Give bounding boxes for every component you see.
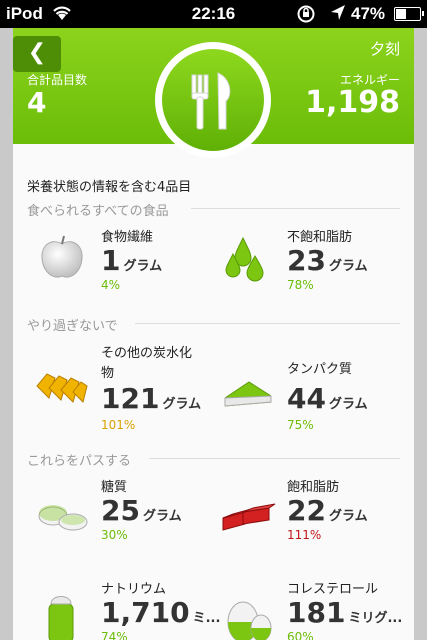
nutrient-saturated-fat[interactable]: 飽和脂肪 22 グラム 111%: [221, 476, 411, 546]
apple-icon: [41, 235, 83, 278]
battery-percent: 47%: [351, 4, 386, 23]
left-edge: [0, 28, 13, 640]
nutrient-value: 1,710: [101, 596, 190, 629]
meal-card: 朝 ❮ 夕刻 合計品目数 4 エネルギー 1,198 栄養状態の情報を含む4品目…: [13, 28, 414, 640]
nutrient-unit: グラム: [328, 397, 368, 412]
nutrient-cholesterol[interactable]: コレステロール 181 ミリグ... 60%: [221, 578, 411, 640]
drops-icon: [225, 236, 264, 282]
nutrient-label: タンパク質: [287, 362, 353, 377]
nutrient-label: 不飽和脂肪: [287, 230, 353, 245]
nutrient-label: その他の炭水化: [101, 346, 193, 361]
nutrient-label: ナトリウム: [101, 582, 167, 597]
nutrient-percent: 75%: [287, 418, 314, 432]
nutrient-label: 飽和脂肪: [287, 480, 340, 495]
nutrient-percent: 78%: [287, 278, 314, 292]
nutrient-other-carbs[interactable]: その他の炭水化 物 121 グラム 101%: [35, 342, 225, 432]
cheese-slices-icon: [36, 373, 88, 403]
energy-value: 1,198: [305, 85, 400, 120]
nutrient-percent: 60%: [287, 630, 314, 640]
nutrient-percent: 4%: [101, 278, 121, 292]
nutrient-percent: 111%: [287, 528, 322, 542]
nutrient-value: 23: [287, 244, 326, 277]
section-title: これらをパスする: [27, 454, 132, 469]
nutrient-value: 25: [101, 494, 140, 527]
nutrient-unit: グラム: [328, 509, 368, 524]
eggs-icon: [227, 601, 272, 640]
section-divider: [191, 208, 400, 209]
section-title: やり過ぎないで: [27, 319, 118, 334]
nutrient-unit: グラム: [123, 259, 163, 274]
nutrient-percent: 101%: [101, 418, 136, 432]
nutrient-protein[interactable]: タンパク質 44 グラム 75%: [221, 358, 411, 432]
section-title: 食べられるすべての食品: [27, 204, 169, 219]
red-bricks-icon: [222, 503, 276, 531]
status-bar: iPod 22:16 47%: [0, 0, 427, 28]
rotation-lock-icon: [296, 4, 316, 29]
nutrient-sugar[interactable]: 糖質 25 グラム 30%: [35, 476, 225, 546]
nutrient-label: 糖質: [101, 480, 128, 495]
chevron-left-icon: ❮: [27, 40, 47, 65]
location-arrow-icon: [330, 4, 346, 27]
nutrient-value: 181: [287, 596, 346, 629]
right-edge: [414, 28, 427, 640]
nutrient-value: 44: [287, 382, 326, 415]
nutrient-value: 1: [101, 244, 121, 277]
fork-knife-icon: [191, 72, 231, 130]
nutrient-label: 食物繊維: [101, 230, 154, 245]
nutrient-unit: グラム: [328, 259, 368, 274]
sugar-pills-icon: [38, 505, 88, 531]
nutrient-value: 22: [287, 494, 326, 527]
protein-wedge-icon: [224, 381, 272, 407]
nutrient-fiber[interactable]: 食物繊維 1 グラム 4%: [35, 226, 225, 296]
nutrient-unsaturated-fat[interactable]: 不飽和脂肪 23 グラム 78%: [221, 226, 411, 296]
section-divider: [149, 458, 400, 459]
nutrient-label-line2: 物: [101, 366, 115, 381]
nutrient-percent: 30%: [101, 528, 128, 542]
nutrient-value: 121: [101, 382, 160, 415]
nutrient-unit: グラム: [162, 397, 202, 412]
nutrient-label: コレステロール: [287, 582, 379, 597]
section-divider: [135, 323, 400, 324]
nutrient-unit: グラム: [142, 509, 182, 524]
summary-text: 栄養状態の情報を含む4品目: [27, 180, 192, 195]
meal-name: 夕刻: [369, 40, 400, 58]
items-count-value: 4: [27, 86, 47, 119]
nutrient-unit: ミリグ...: [348, 611, 403, 626]
back-button[interactable]: ❮: [13, 36, 61, 72]
battery-icon: [394, 7, 424, 21]
salt-shaker-icon: [48, 596, 74, 640]
nutrient-unit: ミ...: [192, 611, 221, 626]
meal-emblem: [155, 42, 271, 158]
nutrient-sodium[interactable]: ナトリウム 1,710 ミ... 74%: [35, 578, 225, 640]
nutrient-percent: 74%: [101, 630, 128, 640]
